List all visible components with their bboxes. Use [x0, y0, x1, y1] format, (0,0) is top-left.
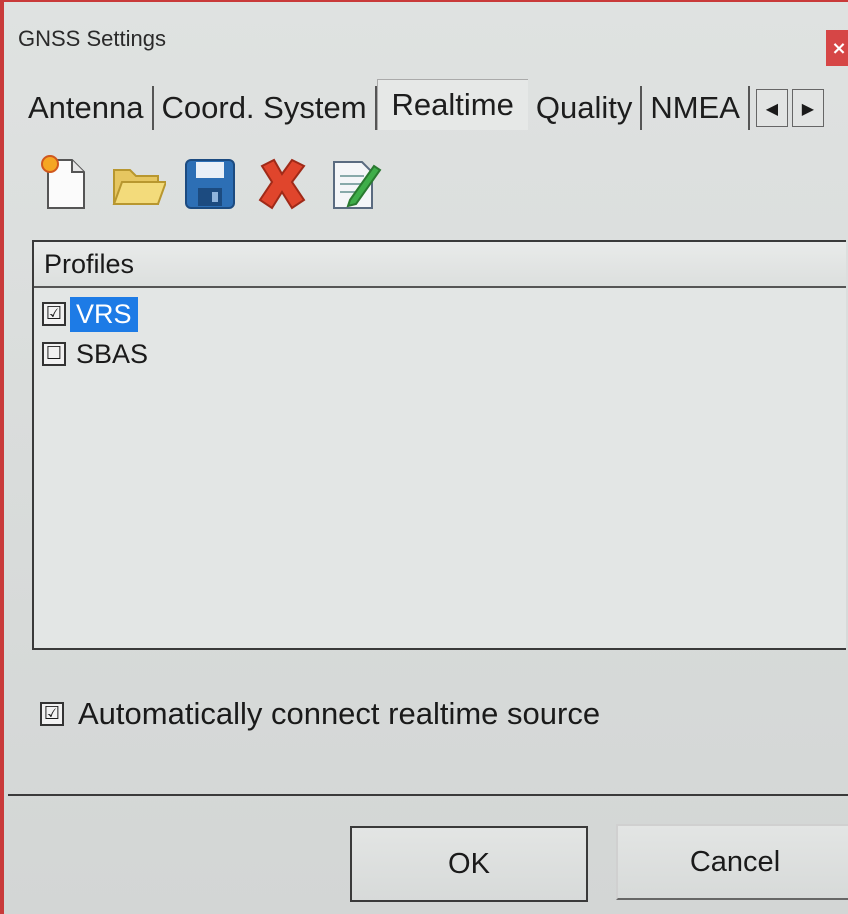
auto-connect-row[interactable]: ☑ Automatically connect realtime source: [40, 696, 600, 732]
new-file-icon[interactable]: [38, 152, 94, 214]
profile-label-sbas[interactable]: SBAS: [70, 337, 154, 372]
profile-label-vrs[interactable]: VRS: [70, 296, 138, 332]
ok-button[interactable]: OK: [350, 826, 588, 902]
close-button[interactable]: ×: [826, 30, 848, 66]
list-item[interactable]: ☐ SBAS: [34, 334, 846, 374]
tab-nmea[interactable]: NMEA: [642, 86, 750, 130]
profiles-column-header: Profiles: [34, 242, 846, 288]
open-folder-icon[interactable]: [110, 152, 166, 214]
profile-checkbox-vrs[interactable]: ☑: [42, 302, 66, 326]
tab-bar: Antenna Coord. System Realtime Quality N…: [20, 78, 848, 136]
profiles-list: ☑ VRS ☐ SBAS: [34, 288, 846, 374]
auto-connect-label[interactable]: Automatically connect realtime source: [78, 696, 600, 732]
tab-scroll-right-button[interactable]: ▶: [791, 89, 824, 127]
window-title: GNSS Settings: [18, 26, 166, 51]
auto-connect-checkbox[interactable]: ☑: [40, 702, 64, 726]
tab-antenna[interactable]: Antenna: [20, 86, 154, 130]
profile-checkbox-sbas[interactable]: ☐: [42, 342, 66, 366]
delete-x-icon[interactable]: [254, 152, 310, 214]
cancel-button[interactable]: Cancel: [616, 824, 848, 900]
tab-quality[interactable]: Quality: [528, 86, 643, 130]
footer-divider: [8, 794, 848, 796]
title-bar: GNSS Settings ×: [8, 4, 848, 70]
gnss-settings-window: GNSS Settings × Antenna Coord. System Re…: [0, 0, 848, 914]
tab-realtime[interactable]: Realtime: [376, 78, 528, 130]
save-disk-icon[interactable]: [182, 152, 238, 214]
edit-document-icon[interactable]: [326, 152, 382, 214]
list-item[interactable]: ☑ VRS: [34, 294, 846, 334]
profiles-list-panel: Profiles ☑ VRS ☐ SBAS: [32, 240, 846, 650]
tab-coord-system[interactable]: Coord. System: [154, 86, 377, 130]
tab-scroll-left-button[interactable]: ◀: [755, 89, 788, 127]
toolbar: [38, 150, 382, 216]
